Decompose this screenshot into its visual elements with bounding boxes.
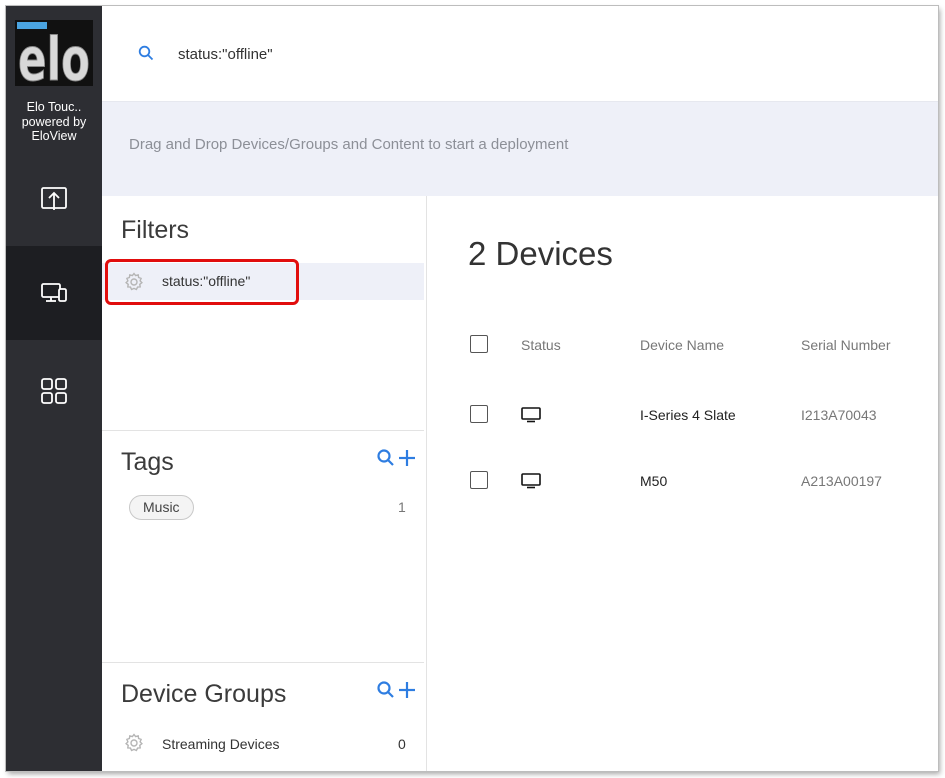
- upload-icon: [41, 187, 67, 210]
- device-name[interactable]: I-Series 4 Slate: [640, 407, 736, 423]
- device-group-item[interactable]: Streaming Devices: [162, 736, 280, 752]
- column-header-device-name[interactable]: Device Name: [640, 337, 724, 353]
- add-group-icon[interactable]: [398, 681, 416, 699]
- tag-count: 1: [398, 499, 406, 515]
- divider: [102, 662, 424, 663]
- devices-panel: 2 Devices Status Device Name Serial Numb…: [427, 196, 938, 771]
- brand-line-2: powered by: [21, 114, 87, 129]
- devices-title: 2 Devices: [468, 235, 613, 272]
- gear-icon: [125, 733, 143, 752]
- deployment-drop-zone[interactable]: Drag and Drop Devices/Groups and Content…: [102, 102, 938, 196]
- device-group-count: 0: [398, 736, 406, 752]
- search-groups-icon[interactable]: [376, 680, 396, 700]
- monitor-icon: [521, 407, 541, 423]
- search-tags-icon[interactable]: [376, 448, 396, 468]
- select-all-checkbox[interactable]: [470, 335, 488, 353]
- tags-actions: [376, 448, 416, 468]
- sidebar-item-devices[interactable]: [6, 246, 102, 340]
- brand-line-1: Elo Touc..: [26, 100, 82, 114]
- device-groups-title: Device Groups: [121, 680, 287, 708]
- search-input[interactable]: status:"offline": [178, 46, 273, 63]
- column-header-status[interactable]: Status: [521, 337, 561, 353]
- search-icon[interactable]: [138, 45, 154, 61]
- divider: [102, 430, 424, 431]
- search-bar: status:"offline": [102, 6, 938, 102]
- apps-grid-icon: [41, 378, 67, 404]
- deployment-hint: Drag and Drop Devices/Groups and Content…: [129, 136, 569, 153]
- sidebar-item-upload[interactable]: [6, 164, 102, 234]
- app-window: elo Elo Touc.. powered by EloView status…: [6, 6, 938, 771]
- svg-text:elo: elo: [18, 25, 90, 86]
- monitor-icon: [521, 473, 541, 489]
- device-name[interactable]: M50: [640, 473, 667, 489]
- tags-title: Tags: [121, 448, 174, 476]
- device-serial: A213A00197: [801, 473, 882, 489]
- row-checkbox[interactable]: [470, 405, 488, 423]
- tag-chip-music[interactable]: Music: [129, 495, 194, 520]
- elo-logo: elo: [15, 20, 93, 86]
- sidebar-item-apps[interactable]: [6, 351, 102, 431]
- brand-name: Elo Touc.. powered by EloView: [6, 100, 102, 144]
- filters-title: Filters: [121, 216, 190, 244]
- sidebar: elo Elo Touc.. powered by EloView: [6, 6, 102, 771]
- device-serial: I213A70043: [801, 407, 877, 423]
- row-checkbox[interactable]: [470, 471, 488, 489]
- add-tag-icon[interactable]: [398, 449, 416, 467]
- column-header-serial-number[interactable]: Serial Number: [801, 337, 890, 353]
- filters-panel: Filters status:"offline" Tags Music 1 De…: [102, 196, 427, 771]
- device-groups-actions: [376, 680, 416, 700]
- highlight-box: [105, 259, 299, 305]
- devices-icon: [41, 283, 67, 302]
- brand-line-3: EloView: [31, 129, 77, 143]
